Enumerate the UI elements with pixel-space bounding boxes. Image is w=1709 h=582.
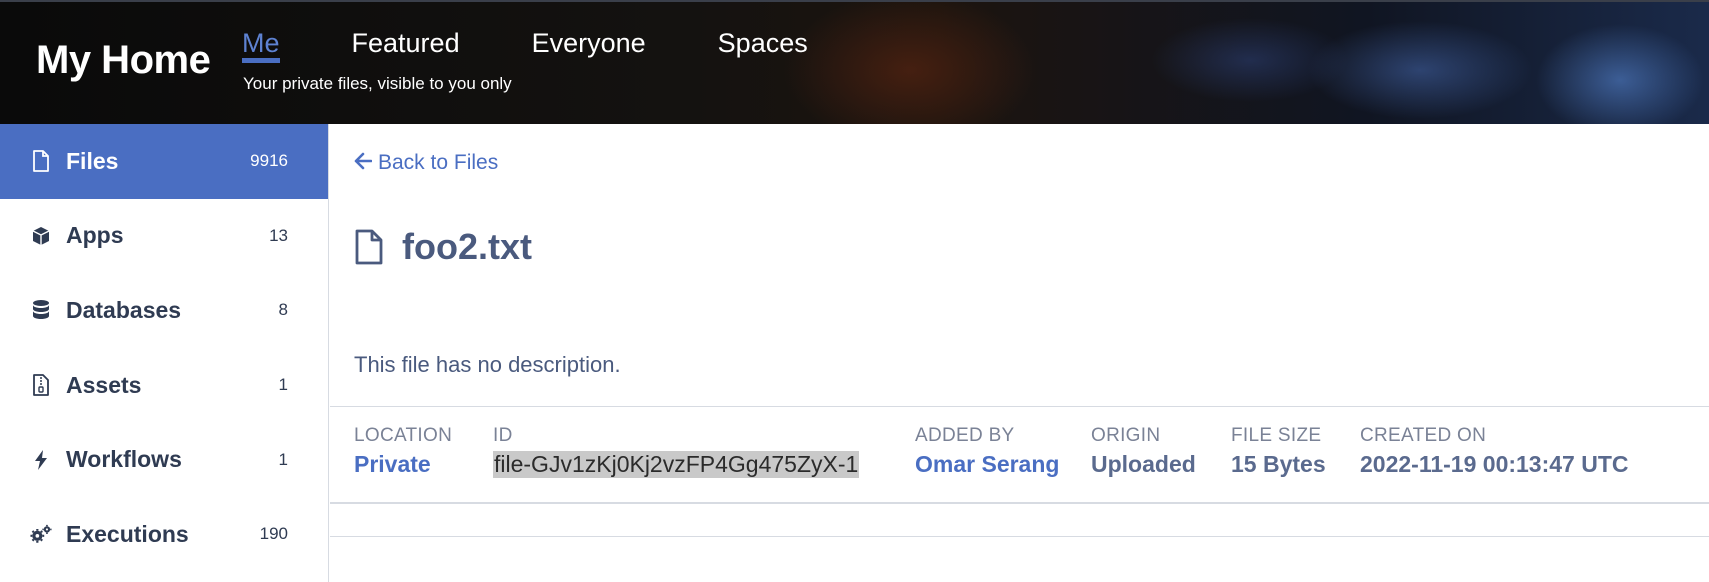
sidebar-item-apps[interactable]: Apps 13 [0, 199, 328, 274]
top-header: My Home Me Featured Everyone Spaces Your… [0, 0, 1709, 124]
header-top-border [0, 0, 1709, 2]
meta-location-label: LOCATION [354, 425, 453, 446]
meta-origin-label: ORIGIN [1091, 425, 1161, 446]
file-title: foo2.txt [354, 226, 532, 268]
sidebar-item-assets[interactable]: Assets 1 [0, 348, 328, 423]
meta-added-by-label: ADDED BY [915, 425, 1015, 446]
section-divider [330, 536, 1709, 537]
brand-title[interactable]: My Home [36, 38, 211, 83]
back-link-label: Back to Files [378, 151, 499, 174]
arrow-left-icon [354, 150, 373, 176]
bolt-icon [30, 449, 52, 471]
meta-origin-value: Uploaded [1091, 451, 1196, 477]
tab-spaces[interactable]: Spaces [718, 28, 808, 59]
sidebar-item-label: Executions [66, 520, 189, 547]
file-metadata-bar: LOCATION Private ID file-GJv1zKj0Kj2vzFP… [330, 406, 1709, 504]
sidebar: Files 9916 Apps 13 Databases 8 Assets 1 … [0, 124, 329, 582]
header-subtitle: Your private files, visible to you only [243, 74, 512, 93]
meta-id-label: ID [493, 425, 513, 446]
database-icon [30, 299, 52, 321]
sidebar-item-label: Files [66, 147, 119, 174]
meta-created-on-value: 2022-11-19 00:13:47 UTC [1360, 451, 1629, 477]
cube-icon [30, 225, 52, 247]
sidebar-item-label: Workflows [66, 446, 182, 473]
tab-featured[interactable]: Featured [352, 28, 460, 59]
sidebar-item-count: 1 [278, 375, 288, 395]
file-description: This file has no description. [354, 352, 621, 377]
sidebar-item-count: 8 [278, 300, 288, 320]
sidebar-item-databases[interactable]: Databases 8 [0, 273, 328, 348]
file-icon [355, 229, 383, 265]
sidebar-item-count: 1 [278, 449, 288, 469]
tab-me[interactable]: Me [242, 28, 280, 63]
header-tabs: Me Featured Everyone Spaces [242, 28, 880, 63]
meta-id-value[interactable]: file-GJv1zKj0Kj2vzFP4Gg475ZyX-1 [493, 451, 860, 478]
meta-id: ID file-GJv1zKj0Kj2vzFP4Gg475ZyX-1 [493, 425, 860, 478]
meta-origin: ORIGIN Uploaded [1091, 425, 1196, 478]
file-name: foo2.txt [402, 226, 532, 267]
meta-added-by-value[interactable]: Omar Serang [915, 451, 1059, 478]
back-to-files-link[interactable]: Back to Files [354, 150, 498, 176]
main-content: Back to Files foo2.txt This file has no … [330, 124, 1709, 582]
meta-location-value[interactable]: Private [354, 451, 452, 478]
tab-everyone[interactable]: Everyone [532, 28, 646, 59]
sidebar-item-executions[interactable]: Executions 190 [0, 497, 328, 572]
file-icon [30, 150, 52, 173]
meta-added-by: ADDED BY Omar Serang [915, 425, 1059, 478]
meta-file-size-value: 15 Bytes [1231, 451, 1326, 477]
meta-created-on: CREATED ON 2022-11-19 00:13:47 UTC [1360, 425, 1629, 478]
meta-location: LOCATION Private [354, 425, 452, 478]
sidebar-item-workflows[interactable]: Workflows 1 [0, 422, 328, 497]
sidebar-item-count: 9916 [250, 151, 288, 171]
sidebar-item-label: Apps [66, 222, 124, 249]
sidebar-item-count: 13 [269, 225, 288, 245]
asset-file-icon [30, 374, 52, 396]
sidebar-item-files[interactable]: Files 9916 [0, 124, 328, 199]
sidebar-item-label: Assets [66, 371, 142, 398]
sidebar-item-label: Databases [66, 296, 182, 323]
meta-file-size: FILE SIZE 15 Bytes [1231, 425, 1326, 478]
sidebar-item-count: 190 [259, 524, 288, 544]
meta-file-size-label: FILE SIZE [1231, 425, 1322, 446]
gears-icon [30, 523, 52, 545]
meta-created-on-label: CREATED ON [1360, 425, 1487, 446]
